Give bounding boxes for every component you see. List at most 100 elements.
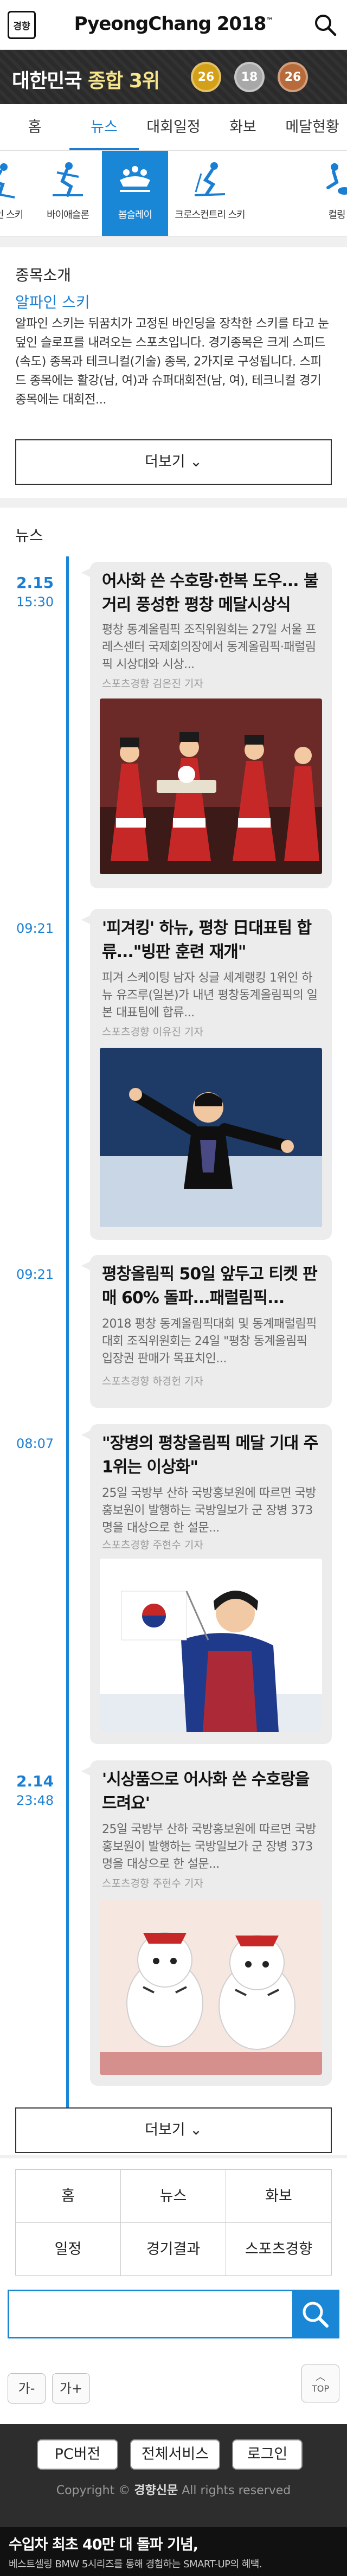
sport-label: 봅슬레이: [118, 209, 152, 221]
news-card-title: "장병의 평창올림픽 메달 기대 주 1위는 이상화": [102, 1434, 318, 1477]
section-gap: [0, 2155, 347, 2158]
site-title-text: PyeongChang 2018: [74, 13, 267, 35]
medal-banner[interactable]: 대한민국 종합 3위 26 18 26: [0, 50, 347, 104]
news-card-byline: 스포츠경향 하경헌 기자: [102, 1375, 203, 1387]
gold-medal-count: 26: [191, 62, 221, 92]
chevron-down-icon: ⌄: [190, 2122, 202, 2138]
nav-medals[interactable]: 메달현황: [278, 104, 347, 150]
ad-subline: 베스트셀링 BMW 5시리즈를 통해 경험하는 SMART-UP의 혜택.: [9, 2559, 262, 2570]
font-smaller-button[interactable]: 가-: [8, 2373, 46, 2404]
biathlon-icon: [53, 162, 83, 197]
search-input[interactable]: [15, 2298, 286, 2330]
footer-link-sports-kyunghyang[interactable]: 스포츠경향: [226, 2223, 331, 2276]
news-time: 23:48: [16, 1793, 54, 1808]
chevron-up-icon: ︿: [316, 2372, 325, 2383]
nav-home[interactable]: 홈: [0, 104, 69, 150]
footer-link-news[interactable]: 뉴스: [121, 2170, 226, 2223]
news-card-title: '피겨킹' 하뉴, 평창 日대표팀 합류..."빙판 훈련 재개": [102, 919, 312, 962]
more-label: 더보기: [145, 2122, 185, 2138]
footer-link-results[interactable]: 경기결과: [121, 2223, 226, 2276]
news-time: 09:21: [16, 1267, 54, 1282]
news-title: 뉴스: [15, 527, 43, 544]
news-date: 2.15: [16, 574, 54, 592]
news-time: 15:30: [16, 594, 54, 610]
sport-label: 바이애슬론: [47, 209, 89, 221]
medal-rank-text: 대한민국 종합 3위: [12, 65, 160, 93]
nav-schedule[interactable]: 대회일정: [139, 104, 208, 150]
timeline-dot: [81, 568, 90, 577]
all-services-button[interactable]: 전체서비스: [130, 2439, 220, 2470]
timeline-dot: [81, 1261, 90, 1270]
news-card-title: 어사화 쓴 수호랑·한복 도우... 불거리 풍성한 평창 메달시상식: [102, 572, 319, 614]
news-card[interactable]: "장병의 평창올림픽 메달 기대 주 1위는 이상화" 25일 국방부 산하 국…: [90, 1424, 332, 1744]
news-card-summary: 25일 국방부 산하 국방홍보원에 따르면 국방홍보원이 발행하는 국방일보가 …: [102, 1486, 317, 1535]
section-gap: [0, 236, 347, 247]
news-card-byline: 스포츠경향 이유진 기자: [102, 1026, 203, 1038]
scroll-top-button[interactable]: ︿ TOP: [301, 2364, 339, 2402]
intro-subtitle: 알파인 스키: [15, 293, 90, 311]
top-label: TOP: [311, 2383, 329, 2394]
site-header: 경향 PyeongChang 2018™: [0, 0, 347, 50]
silver-count: 18: [241, 70, 258, 84]
more-label: 더보기: [145, 453, 185, 470]
ad-headline: 수입차 최초 40만 대 돌파 기념,: [9, 2536, 198, 2553]
news-card[interactable]: '피겨킹' 하뉴, 평창 日대표팀 합류..."빙판 훈련 재개" 피겨 스케이…: [90, 909, 332, 1240]
nav-news[interactable]: 뉴스: [69, 104, 139, 150]
news-section: 뉴스 2.15 15:30 어사화 쓴 수호랑·한복 도우... 불거리 풍성한…: [0, 508, 347, 2155]
search-icon: [303, 2302, 329, 2328]
overall-rank: 3위: [128, 70, 160, 92]
bronze-count: 26: [284, 70, 301, 84]
news-more-button[interactable]: 더보기 ⌄: [15, 2107, 332, 2153]
news-card-summary: 피겨 스케이팅 남자 싱글 세계랭킹 1위인 하뉴 유즈루(일본)가 내년 평창…: [102, 971, 318, 1020]
sport-item-curling[interactable]: 컬링: [304, 151, 347, 236]
sport-item-alpine[interactable]: 알파인 스키: [0, 151, 34, 236]
timeline-dot: [81, 915, 90, 924]
cross-country-ski-icon: [194, 162, 226, 196]
footer-menu: 홈 뉴스 화보 일정 경기결과 스포츠경향: [15, 2169, 332, 2276]
news-card-byline: 스포츠경향 주현수 기자: [102, 1877, 203, 1889]
intro-text: 알파인 스키는 뒤꿈치가 고정된 바인딩을 장착한 스키를 타고 눈 덮인 슬로…: [15, 317, 329, 407]
country-name: 대한민국: [12, 70, 82, 92]
footer-link-schedule[interactable]: 일정: [16, 2223, 121, 2276]
footer-link-gallery[interactable]: 화보: [226, 2170, 331, 2223]
figure-skater-photo: [100, 1048, 322, 1227]
copyright-brand: 경향신문: [134, 2484, 178, 2497]
intro-more-button[interactable]: 더보기 ⌄: [15, 439, 332, 485]
speed-skater-photo: [100, 1559, 322, 1732]
news-card[interactable]: '시상품으로 어사화 쓴 수호랑을 드려요' 25일 국방부 산하 국방홍보원에…: [90, 1760, 332, 2086]
pc-version-button[interactable]: PC버전: [37, 2439, 118, 2470]
nav-gallery[interactable]: 화보: [208, 104, 278, 150]
sport-item-cross-country[interactable]: 크로스컨트리 스키: [169, 151, 250, 236]
font-larger-button[interactable]: 가+: [52, 2373, 90, 2404]
medal-ceremony-photo: [100, 699, 322, 874]
footer-link-home[interactable]: 홈: [16, 2170, 121, 2223]
gold-count: 26: [197, 70, 215, 84]
sport-item-bobsleigh[interactable]: 봅슬레이: [102, 151, 168, 236]
search-submit-button[interactable]: [292, 2291, 338, 2337]
bobsleigh-icon: [120, 166, 150, 192]
curling-icon: [326, 163, 347, 195]
search-icon[interactable]: [313, 13, 337, 37]
bottom-search-bar: [8, 2290, 339, 2338]
soohorang-dolls-photo: [100, 1900, 322, 2075]
news-card-title: '시상품으로 어사화 쓴 수호랑을 드려요': [102, 1770, 310, 1813]
chevron-down-icon: ⌄: [190, 453, 202, 470]
overall-label: 종합: [88, 70, 123, 92]
sport-label: 알파인 스키: [0, 209, 23, 221]
timeline-dot: [81, 1431, 90, 1439]
news-card[interactable]: 어사화 쓴 수호랑·한복 도우... 불거리 풍성한 평창 메달시상식 평창 동…: [90, 562, 332, 888]
news-card-summary: 25일 국방부 산하 국방홍보원에 따르면 국방홍보원이 발행하는 국방일보가 …: [102, 1823, 317, 1871]
login-button[interactable]: 로그인: [232, 2439, 303, 2470]
section-gap: [0, 498, 347, 508]
sport-item-biathlon[interactable]: 바이애슬론: [35, 151, 101, 236]
copyright-text: Copyright © 경향신문 All rights reserved: [0, 2481, 347, 2498]
main-nav: 홈 뉴스 대회일정 화보 메달현황: [0, 104, 347, 151]
site-title[interactable]: PyeongChang 2018™: [0, 13, 347, 35]
alpine-ski-icon: [0, 163, 15, 198]
bronze-medal-count: 26: [278, 62, 308, 92]
news-card[interactable]: 평창올림픽 50일 앞두고 티켓 판매 60% 돌파...패럴림픽... 201…: [90, 1255, 332, 1408]
ad-banner[interactable]: 수입차 최초 40만 대 돌파 기념, 베스트셀링 BMW 5시리즈를 통해 경…: [0, 2527, 347, 2576]
news-card-byline: 스포츠경향 김은진 기자: [102, 678, 203, 690]
intro-title: 종목소개: [15, 266, 72, 284]
sport-carousel[interactable]: 알파인 스키 바이애슬론 봅슬레이 크로스컨트리 스키 컬링: [0, 151, 347, 236]
